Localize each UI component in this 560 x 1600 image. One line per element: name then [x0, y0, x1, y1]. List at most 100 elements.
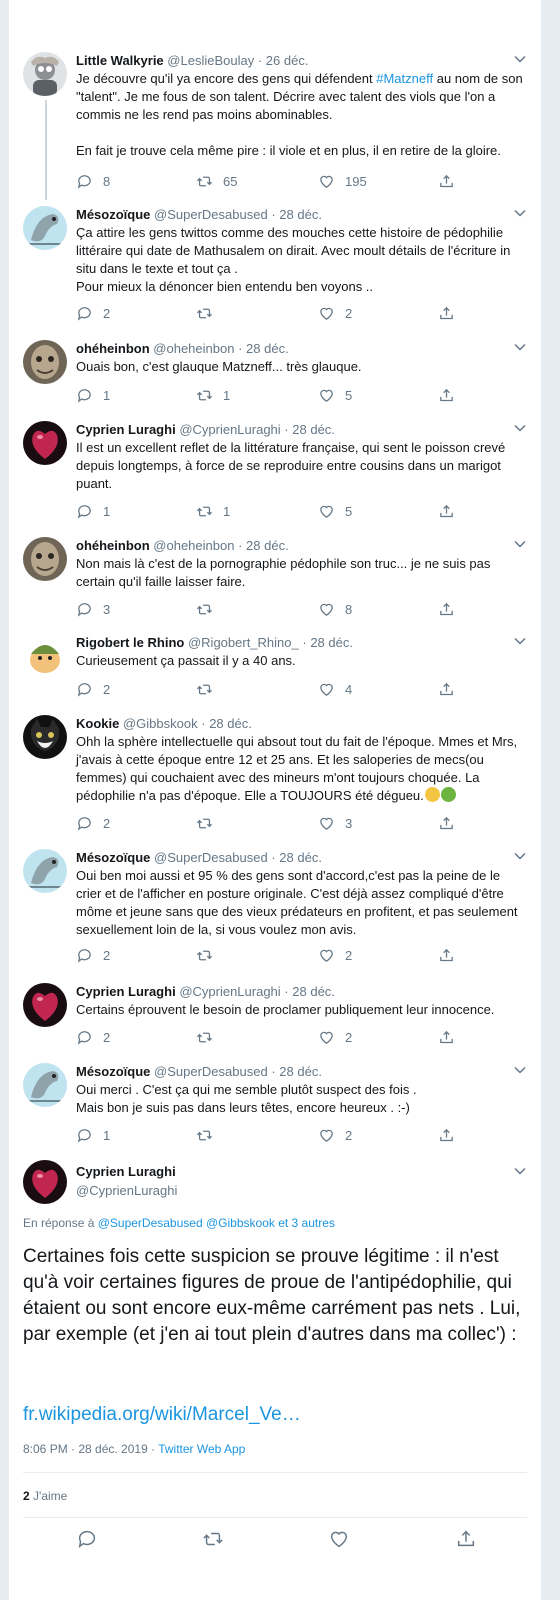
user-name[interactable]: ohéheinbon: [76, 538, 150, 553]
user-name[interactable]: Rigobert le Rhino: [76, 635, 184, 650]
retweet-button[interactable]: [196, 303, 223, 323]
user-name[interactable]: Mésozoïque: [76, 207, 150, 222]
share-button[interactable]: [438, 501, 465, 521]
tweet[interactable]: Mésozoïque @SuperDesabused · 28 déc. Oui…: [9, 1063, 541, 1151]
tweet[interactable]: Little Walkyrie @LeslieBoulay · 26 déc. …: [9, 52, 541, 202]
share-button[interactable]: [438, 303, 465, 323]
hashtag-link[interactable]: #Matzneff: [376, 71, 433, 86]
retweet-button[interactable]: [196, 599, 223, 619]
tweet[interactable]: Mésozoïque @SuperDesabused · 28 déc. Oui…: [9, 849, 541, 969]
avatar[interactable]: [23, 715, 67, 759]
mention-link[interactable]: @SuperDesabused: [98, 1216, 203, 1230]
tweet-date[interactable]: 28 déc.: [279, 207, 322, 222]
wikipedia-link[interactable]: fr.wikipedia.org/wiki/Marcel_Ve…: [23, 1404, 301, 1426]
avatar[interactable]: [23, 340, 67, 384]
source-app-link[interactable]: Twitter Web App: [158, 1442, 245, 1456]
tweet-date[interactable]: 26 déc.: [266, 53, 309, 68]
user-name[interactable]: Cyprien Luraghi: [76, 984, 176, 999]
retweet-button[interactable]: 65: [196, 171, 237, 191]
user-handle[interactable]: @SuperDesabused: [154, 207, 268, 222]
share-button[interactable]: [438, 599, 465, 619]
chevron-down-icon[interactable]: [513, 421, 527, 435]
retweet-button[interactable]: [196, 679, 223, 699]
tweet[interactable]: ohéheinbon @oheheinbon · 28 déc. Non mai…: [9, 537, 541, 625]
tweet-date[interactable]: 28 déc.: [292, 984, 335, 999]
reply-button[interactable]: 2: [76, 945, 110, 965]
reply-button[interactable]: 1: [76, 385, 110, 405]
mention-link[interactable]: @Gibbskook: [206, 1216, 275, 1230]
reply-button[interactable]: 1: [76, 1125, 110, 1145]
tweet-date[interactable]: 28 déc.: [279, 850, 322, 865]
avatar[interactable]: [23, 983, 67, 1027]
reply-button[interactable]: 3: [76, 599, 110, 619]
user-handle[interactable]: @LeslieBoulay: [167, 53, 254, 68]
likes-count[interactable]: 2 J'aime: [23, 1489, 67, 1503]
user-handle[interactable]: @CyprienLuraghi: [76, 1183, 177, 1198]
reply-button[interactable]: 2: [76, 303, 110, 323]
like-button[interactable]: 4: [318, 679, 352, 699]
share-button[interactable]: [438, 1027, 465, 1047]
user-name[interactable]: Little Walkyrie: [76, 53, 164, 68]
like-button[interactable]: 8: [318, 599, 352, 619]
user-name[interactable]: Cyprien Luraghi: [76, 1164, 176, 1179]
tweet[interactable]: Mésozoïque @SuperDesabused · 28 déc. Ça …: [9, 206, 541, 330]
chevron-down-icon[interactable]: [513, 634, 527, 648]
tweet-date[interactable]: 28 déc.: [246, 341, 289, 356]
tweet-date[interactable]: 28 déc.: [310, 635, 353, 650]
user-name[interactable]: Kookie: [76, 716, 119, 731]
user-name[interactable]: Mésozoïque: [76, 1064, 150, 1079]
user-name[interactable]: Cyprien Luraghi: [76, 422, 176, 437]
share-button[interactable]: [438, 945, 465, 965]
like-button[interactable]: 2: [318, 303, 352, 323]
chevron-down-icon[interactable]: [513, 206, 527, 220]
chevron-down-icon[interactable]: [513, 1063, 527, 1077]
share-button[interactable]: [438, 679, 465, 699]
tweet[interactable]: Kookie @Gibbskook · 28 déc. Ohh la sphèr…: [9, 715, 541, 837]
tweet-date[interactable]: 28 déc.: [279, 1064, 322, 1079]
user-handle[interactable]: @oheheinbon: [153, 341, 234, 356]
user-name[interactable]: ohéheinbon: [76, 341, 150, 356]
user-handle[interactable]: @oheheinbon: [153, 538, 234, 553]
avatar[interactable]: [23, 1063, 67, 1107]
like-button[interactable]: 2: [318, 1125, 352, 1145]
avatar[interactable]: [23, 849, 67, 893]
share-button[interactable]: [455, 1528, 477, 1550]
tweet[interactable]: ohéheinbon @oheheinbon · 28 déc. Ouais b…: [9, 340, 541, 410]
reply-button[interactable]: 2: [76, 1027, 110, 1047]
reply-button[interactable]: 2: [76, 679, 110, 699]
like-button[interactable]: 3: [318, 813, 352, 833]
reply-button[interactable]: [76, 1528, 98, 1550]
chevron-down-icon[interactable]: [513, 537, 527, 551]
share-button[interactable]: [438, 813, 465, 833]
user-handle[interactable]: @SuperDesabused: [154, 1064, 268, 1079]
retweet-button[interactable]: [196, 1125, 223, 1145]
like-button[interactable]: 195: [318, 171, 367, 191]
tweet-date[interactable]: 28 déc.: [209, 716, 252, 731]
user-name[interactable]: Mésozoïque: [76, 850, 150, 865]
user-handle[interactable]: @SuperDesabused: [154, 850, 268, 865]
retweet-button[interactable]: [196, 945, 223, 965]
share-button[interactable]: [438, 171, 465, 191]
like-button[interactable]: 2: [318, 945, 352, 965]
chevron-down-icon[interactable]: [513, 849, 527, 863]
tweet[interactable]: Cyprien Luraghi @CyprienLuraghi · 28 déc…: [9, 983, 541, 1053]
share-button[interactable]: [438, 385, 465, 405]
like-button[interactable]: 5: [318, 385, 352, 405]
retweet-button[interactable]: [196, 813, 223, 833]
avatar[interactable]: [23, 634, 67, 678]
retweet-button[interactable]: 1: [196, 385, 230, 405]
avatar[interactable]: [23, 1160, 67, 1204]
avatar[interactable]: [23, 421, 67, 465]
reply-button[interactable]: 2: [76, 813, 110, 833]
like-button[interactable]: 2: [318, 1027, 352, 1047]
user-handle[interactable]: @Rigobert_Rhino_: [188, 635, 299, 650]
reply-button[interactable]: 8: [76, 171, 110, 191]
retweet-button[interactable]: [196, 1027, 223, 1047]
retweet-button[interactable]: [202, 1528, 224, 1550]
tweet[interactable]: Rigobert le Rhino @Rigobert_Rhino_ · 28 …: [9, 634, 541, 704]
tweet-date[interactable]: 28 déc.: [292, 422, 335, 437]
user-handle[interactable]: @Gibbskook: [123, 716, 198, 731]
like-button[interactable]: [328, 1528, 350, 1550]
chevron-down-icon[interactable]: [513, 1164, 527, 1178]
tweet[interactable]: Cyprien Luraghi @CyprienLuraghi · 28 déc…: [9, 421, 541, 527]
